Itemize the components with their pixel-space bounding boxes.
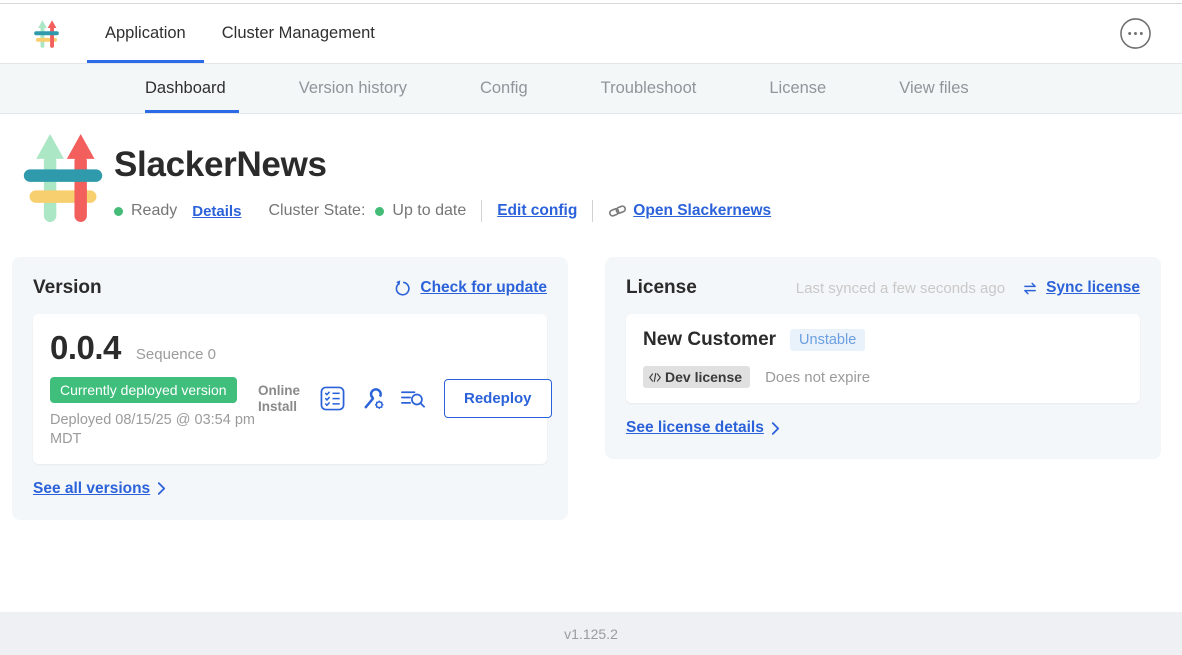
top-tab-cluster-management-label: Cluster Management bbox=[222, 24, 375, 43]
open-app-link-label: Open Slackernews bbox=[633, 202, 771, 220]
redeploy-button[interactable]: Redeploy bbox=[444, 379, 552, 418]
check-for-update-link[interactable]: Check for update bbox=[420, 279, 547, 297]
top-nav-tabs: Application Cluster Management bbox=[87, 4, 393, 63]
license-expiration: Does not expire bbox=[765, 369, 870, 386]
sync-license-action[interactable]: Sync license bbox=[1022, 279, 1140, 297]
app-status-dot bbox=[114, 207, 123, 216]
app-status-text: Ready bbox=[131, 202, 177, 220]
tab-troubleshoot[interactable]: Troubleshoot bbox=[601, 64, 697, 113]
version-actions: Online Install bbox=[258, 377, 552, 418]
log-search-icon bbox=[400, 387, 427, 411]
channel-badge: Unstable bbox=[790, 329, 865, 351]
tab-config-label: Config bbox=[480, 79, 528, 98]
tab-troubleshoot-label: Troubleshoot bbox=[601, 79, 697, 98]
license-details-panel: New Customer Unstable Dev license bbox=[626, 314, 1140, 403]
tab-dashboard-label: Dashboard bbox=[145, 79, 226, 98]
version-card: Version Check for update 0.0.4 Sequence … bbox=[12, 257, 568, 520]
refresh-icon bbox=[394, 280, 411, 297]
check-for-update-action[interactable]: Check for update bbox=[394, 279, 547, 297]
top-tab-application-label: Application bbox=[105, 24, 186, 43]
version-number-row: 0.0.4 Sequence 0 bbox=[50, 329, 530, 367]
code-icon bbox=[648, 372, 662, 383]
ellipsis-icon bbox=[1119, 17, 1152, 50]
license-type-label: Dev license bbox=[665, 369, 742, 385]
console-footer: v1.125.2 bbox=[0, 612, 1182, 655]
license-card-header: License Last synced a few seconds ago Sy… bbox=[626, 277, 1140, 299]
version-detail-row: Currently deployed version Deployed 08/1… bbox=[50, 377, 530, 449]
license-card: License Last synced a few seconds ago Sy… bbox=[605, 257, 1161, 459]
install-type-label: Online Install bbox=[258, 383, 308, 414]
last-synced-text: Last synced a few seconds ago bbox=[796, 280, 1005, 297]
cluster-state-label: Cluster State: bbox=[268, 202, 365, 220]
app-logo-large bbox=[20, 129, 106, 227]
top-tab-application[interactable]: Application bbox=[87, 4, 204, 63]
see-license-details-link[interactable]: See license details bbox=[626, 419, 780, 437]
link-chain-icon bbox=[608, 204, 627, 218]
open-app-link[interactable]: Open Slackernews bbox=[608, 202, 771, 220]
checklist-icon bbox=[320, 386, 345, 411]
current-version-panel: 0.0.4 Sequence 0 Currently deployed vers… bbox=[33, 314, 547, 464]
version-action-icons bbox=[320, 386, 427, 411]
deployed-status-badge: Currently deployed version bbox=[50, 377, 237, 403]
tab-view-files[interactable]: View files bbox=[899, 64, 968, 113]
status-details-link[interactable]: Details bbox=[192, 203, 241, 220]
customer-row: New Customer Unstable bbox=[643, 329, 1123, 351]
tab-license[interactable]: License bbox=[769, 64, 826, 113]
tab-version-history[interactable]: Version history bbox=[299, 64, 407, 113]
version-sequence: Sequence 0 bbox=[136, 346, 216, 363]
dashboard-content: SlackerNews Ready Details Cluster State:… bbox=[0, 114, 1182, 520]
see-all-versions-label: See all versions bbox=[33, 480, 150, 498]
console-version: v1.125.2 bbox=[564, 626, 618, 642]
app-status-row: Ready Details Cluster State: Up to date … bbox=[114, 200, 771, 222]
tab-view-files-label: View files bbox=[899, 79, 968, 98]
divider bbox=[481, 200, 482, 222]
top-tab-cluster-management[interactable]: Cluster Management bbox=[204, 4, 393, 63]
version-card-title: Version bbox=[33, 277, 102, 299]
version-number: 0.0.4 bbox=[50, 329, 121, 367]
cluster-state-dot bbox=[375, 207, 384, 216]
deployed-timestamp: Deployed 08/15/25 @ 03:54 pm MDT bbox=[50, 411, 258, 449]
chevron-right-icon bbox=[157, 481, 166, 496]
app-header: SlackerNews Ready Details Cluster State:… bbox=[0, 114, 1182, 227]
see-license-details-label: See license details bbox=[626, 419, 764, 437]
tab-dashboard[interactable]: Dashboard bbox=[145, 64, 226, 113]
tab-config[interactable]: Config bbox=[480, 64, 528, 113]
version-card-header: Version Check for update bbox=[33, 277, 547, 299]
license-card-title: License bbox=[626, 277, 697, 299]
customer-name: New Customer bbox=[643, 329, 776, 351]
dashboard-cards: Version Check for update 0.0.4 Sequence … bbox=[0, 227, 1182, 520]
top-nav: Application Cluster Management bbox=[0, 4, 1182, 63]
view-logs-button[interactable] bbox=[400, 387, 427, 411]
license-type-row: Dev license Does not expire bbox=[643, 366, 1123, 388]
view-config-button[interactable] bbox=[360, 386, 385, 411]
sync-license-link[interactable]: Sync license bbox=[1046, 279, 1140, 297]
app-logo-icon[interactable] bbox=[33, 19, 60, 49]
page-title: SlackerNews bbox=[114, 145, 771, 185]
see-all-versions-link[interactable]: See all versions bbox=[33, 480, 166, 498]
cluster-state-value: Up to date bbox=[392, 202, 466, 220]
deployed-info: Currently deployed version Deployed 08/1… bbox=[50, 377, 258, 449]
tab-version-history-label: Version history bbox=[299, 79, 407, 98]
divider bbox=[592, 200, 593, 222]
license-type-badge: Dev license bbox=[643, 366, 750, 388]
tab-license-label: License bbox=[769, 79, 826, 98]
preflight-checks-button[interactable] bbox=[320, 386, 345, 411]
edit-config-link[interactable]: Edit config bbox=[497, 202, 577, 220]
overflow-menu-button[interactable] bbox=[1119, 17, 1152, 50]
chevron-right-icon bbox=[771, 421, 780, 436]
app-sub-nav: Dashboard Version history Config Trouble… bbox=[0, 63, 1182, 114]
wrench-gear-icon bbox=[360, 386, 385, 411]
sync-arrows-icon bbox=[1022, 282, 1038, 295]
